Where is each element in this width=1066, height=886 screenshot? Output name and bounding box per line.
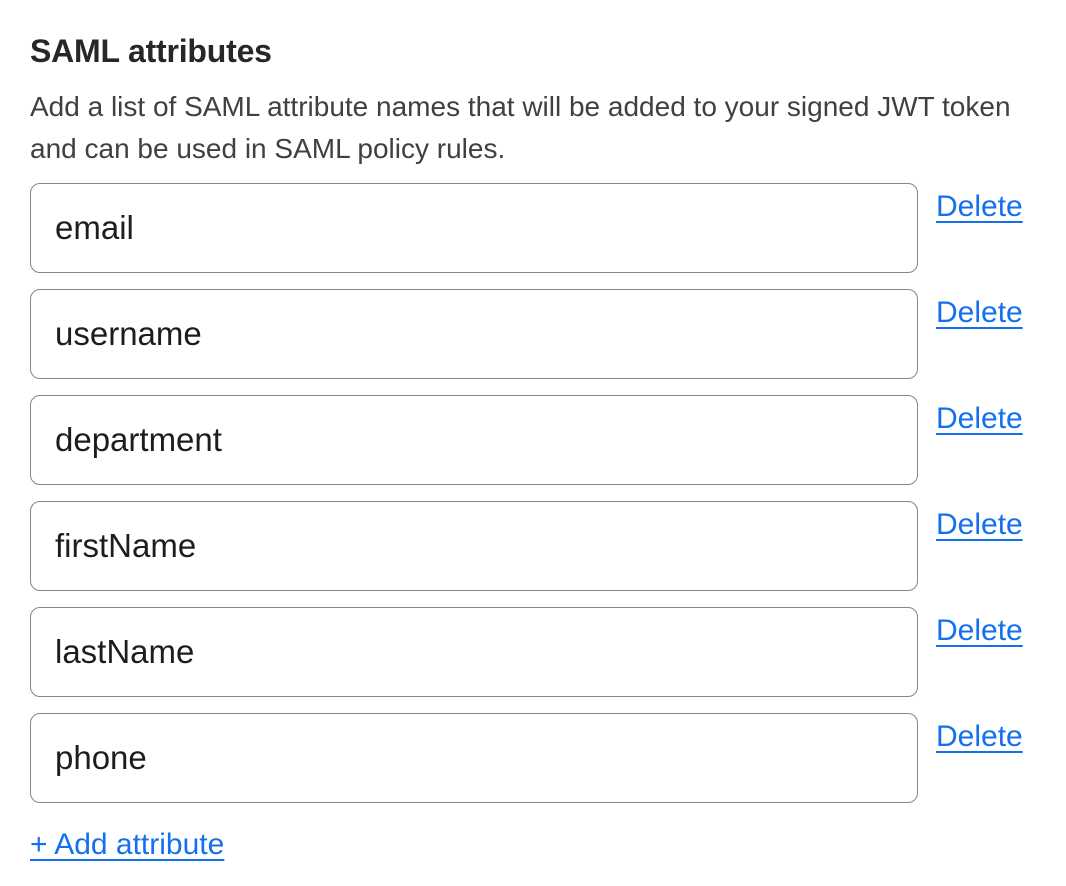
attribute-row: Delete bbox=[30, 713, 1036, 803]
section-title: SAML attributes bbox=[30, 32, 1036, 70]
attribute-name-input[interactable] bbox=[30, 501, 918, 591]
delete-attribute-link[interactable]: Delete bbox=[936, 190, 1023, 224]
delete-attribute-link[interactable]: Delete bbox=[936, 720, 1023, 754]
delete-attribute-link[interactable]: Delete bbox=[936, 508, 1023, 542]
attribute-name-input[interactable] bbox=[30, 607, 918, 697]
saml-attributes-section: SAML attributes Add a list of SAML attri… bbox=[0, 0, 1066, 886]
delete-attribute-link[interactable]: Delete bbox=[936, 296, 1023, 330]
attribute-row: Delete bbox=[30, 501, 1036, 591]
attribute-row: Delete bbox=[30, 183, 1036, 273]
delete-attribute-link[interactable]: Delete bbox=[936, 614, 1023, 648]
attribute-list: Delete Delete Delete Delete Delete Delet… bbox=[30, 183, 1036, 803]
attribute-row: Delete bbox=[30, 607, 1036, 697]
delete-attribute-link[interactable]: Delete bbox=[936, 402, 1023, 436]
attribute-row: Delete bbox=[30, 395, 1036, 485]
attribute-name-input[interactable] bbox=[30, 289, 918, 379]
section-description: Add a list of SAML attribute names that … bbox=[30, 86, 1036, 170]
add-attribute-link[interactable]: + Add attribute bbox=[30, 828, 224, 862]
description-line-1: Add a list of SAML attribute names that … bbox=[30, 86, 1036, 128]
attribute-row: Delete bbox=[30, 289, 1036, 379]
attribute-name-input[interactable] bbox=[30, 713, 918, 803]
description-line-2: and can be used in SAML policy rules. bbox=[30, 128, 1036, 170]
attribute-name-input[interactable] bbox=[30, 395, 918, 485]
attribute-name-input[interactable] bbox=[30, 183, 918, 273]
